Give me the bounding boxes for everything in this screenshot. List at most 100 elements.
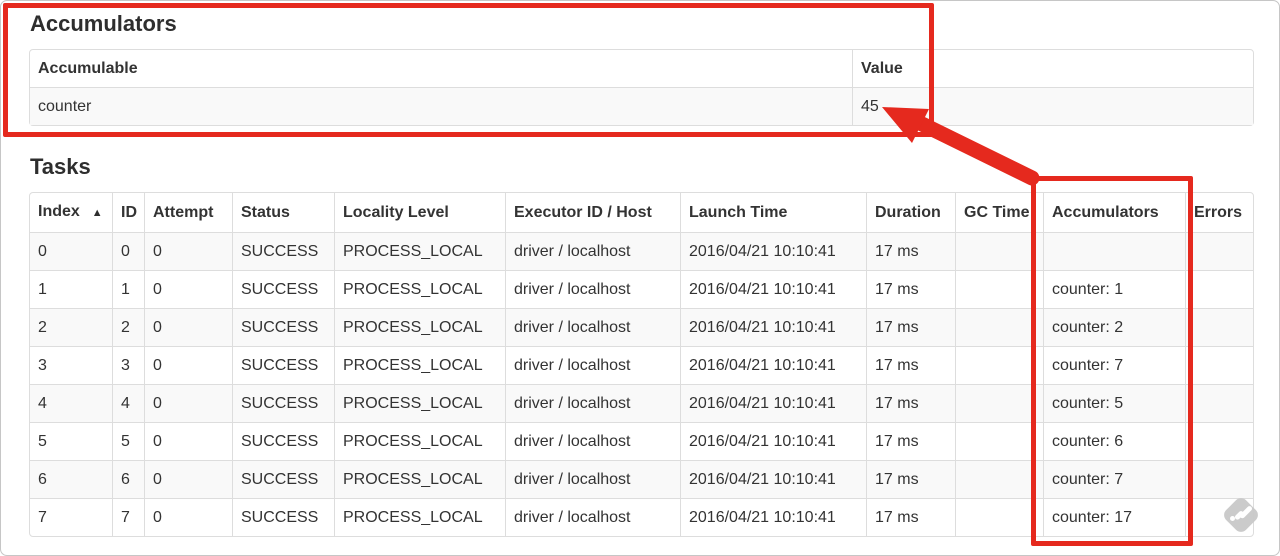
- table-cell: 17 ms: [866, 270, 955, 308]
- table-cell: 0: [144, 384, 232, 422]
- column-header-duration[interactable]: Duration: [866, 193, 955, 232]
- table-cell: 3: [112, 346, 144, 384]
- table-cell: driver / localhost: [505, 270, 680, 308]
- table-cell: 0: [144, 346, 232, 384]
- table-cell: driver / localhost: [505, 460, 680, 498]
- column-header-status[interactable]: Status: [232, 193, 334, 232]
- table-row: 2 2 0 SUCCESS PROCESS_LOCAL driver / localhos…: [30, 308, 1253, 346]
- table-cell: [1185, 460, 1253, 498]
- table-cell: 45: [852, 87, 1253, 125]
- table-cell: 2016/04/21 10:10:41: [680, 460, 866, 498]
- table-cell: [955, 422, 1043, 460]
- table-cell: 3: [30, 346, 112, 384]
- table-cell: [955, 346, 1043, 384]
- table-cell: PROCESS_LOCAL: [334, 232, 505, 270]
- table-cell: PROCESS_LOCAL: [334, 422, 505, 460]
- table-cell: counter: 1: [1043, 270, 1185, 308]
- spark-stage-page: Accumulators Accumulable Value counter 45…: [0, 0, 1280, 556]
- table-cell: 0: [144, 308, 232, 346]
- table-row: 5 5 0 SUCCESS PROCESS_LOCAL driver / localhos…: [30, 422, 1253, 460]
- table-row: 7 7 0 SUCCESS PROCESS_LOCAL driver / localhos…: [30, 498, 1253, 536]
- column-header-index[interactable]: Index ▲: [30, 193, 112, 232]
- table-cell: 7: [112, 498, 144, 536]
- table-row: counter 45: [30, 87, 1253, 125]
- column-header-id[interactable]: ID: [112, 193, 144, 232]
- table-cell: 0: [144, 270, 232, 308]
- sort-ascending-icon: ▲: [91, 207, 103, 219]
- table-cell: 4: [30, 384, 112, 422]
- table-cell: 4: [112, 384, 144, 422]
- table-cell: driver / localhost: [505, 346, 680, 384]
- table-cell: SUCCESS: [232, 422, 334, 460]
- table-cell: 2016/04/21 10:10:41: [680, 308, 866, 346]
- table-cell: 1: [30, 270, 112, 308]
- table-row: 3 3 0 SUCCESS PROCESS_LOCAL driver / localhos…: [30, 346, 1253, 384]
- table-cell: SUCCESS: [232, 308, 334, 346]
- accumulators-section-title: Accumulators: [30, 11, 177, 36]
- table-row: 0 0 0 SUCCESS PROCESS_LOCAL driver / localhos…: [30, 232, 1253, 270]
- table-cell: 0: [144, 498, 232, 536]
- table-cell: [955, 232, 1043, 270]
- column-header-errors[interactable]: Errors: [1185, 193, 1253, 232]
- table-cell: SUCCESS: [232, 346, 334, 384]
- table-cell: 6: [30, 460, 112, 498]
- table-cell: 6: [112, 460, 144, 498]
- column-header-attempt[interactable]: Attempt: [144, 193, 232, 232]
- table-cell: 2016/04/21 10:10:41: [680, 422, 866, 460]
- table-cell: counter: 6: [1043, 422, 1185, 460]
- page-content: Accumulators Accumulable Value counter 45…: [1, 1, 1279, 537]
- table-cell: driver / localhost: [505, 232, 680, 270]
- table-cell: [1185, 270, 1253, 308]
- table-cell: 2016/04/21 10:10:41: [680, 498, 866, 536]
- table-cell: SUCCESS: [232, 232, 334, 270]
- table-row: 6 6 0 SUCCESS PROCESS_LOCAL driver / localhos…: [30, 460, 1253, 498]
- table-cell: [1185, 384, 1253, 422]
- table-cell: 5: [112, 422, 144, 460]
- table-cell: counter: 7: [1043, 460, 1185, 498]
- table-cell: 0: [30, 232, 112, 270]
- table-cell: PROCESS_LOCAL: [334, 384, 505, 422]
- table-cell: 5: [30, 422, 112, 460]
- table-cell: [955, 308, 1043, 346]
- table-cell: 2016/04/21 10:10:41: [680, 346, 866, 384]
- table-cell: driver / localhost: [505, 384, 680, 422]
- table-cell: 2016/04/21 10:10:41: [680, 232, 866, 270]
- table-cell: 2016/04/21 10:10:41: [680, 270, 866, 308]
- table-cell: driver / localhost: [505, 308, 680, 346]
- table-cell: 7: [30, 498, 112, 536]
- table-cell: 17 ms: [866, 460, 955, 498]
- table-cell: driver / localhost: [505, 422, 680, 460]
- column-header-gc-time[interactable]: GC Time: [955, 193, 1043, 232]
- table-cell: PROCESS_LOCAL: [334, 498, 505, 536]
- table-cell: counter: 17: [1043, 498, 1185, 536]
- column-header-executor-id-host[interactable]: Executor ID / Host: [505, 193, 680, 232]
- column-header-locality-level[interactable]: Locality Level: [334, 193, 505, 232]
- column-header-accumulators[interactable]: Accumulators: [1043, 193, 1185, 232]
- table-cell: 17 ms: [866, 232, 955, 270]
- table-cell: [955, 460, 1043, 498]
- table-cell: 17 ms: [866, 308, 955, 346]
- table-cell: counter: 7: [1043, 346, 1185, 384]
- table-cell: 0: [144, 460, 232, 498]
- table-cell: SUCCESS: [232, 384, 334, 422]
- table-cell: 1: [112, 270, 144, 308]
- table-cell: PROCESS_LOCAL: [334, 308, 505, 346]
- table-row: 4 4 0 SUCCESS PROCESS_LOCAL driver / localhos…: [30, 384, 1253, 422]
- table-cell: PROCESS_LOCAL: [334, 270, 505, 308]
- column-header-value[interactable]: Value: [852, 50, 1253, 87]
- table-cell: 17 ms: [866, 422, 955, 460]
- table-cell: [1185, 422, 1253, 460]
- column-header-index-label: Index: [38, 203, 80, 220]
- table-cell: [955, 270, 1043, 308]
- table-cell: 2016/04/21 10:10:41: [680, 384, 866, 422]
- column-header-accumulable[interactable]: Accumulable: [30, 50, 852, 87]
- table-cell: PROCESS_LOCAL: [334, 346, 505, 384]
- column-header-launch-time[interactable]: Launch Time: [680, 193, 866, 232]
- table-cell: [955, 384, 1043, 422]
- table-cell: 0: [144, 422, 232, 460]
- table-cell: PROCESS_LOCAL: [334, 460, 505, 498]
- table-cell: [1185, 232, 1253, 270]
- tasks-header-row: Index ▲ ID Attempt Status Locality Level …: [30, 193, 1253, 232]
- table-cell: counter: 5: [1043, 384, 1185, 422]
- table-cell: SUCCESS: [232, 270, 334, 308]
